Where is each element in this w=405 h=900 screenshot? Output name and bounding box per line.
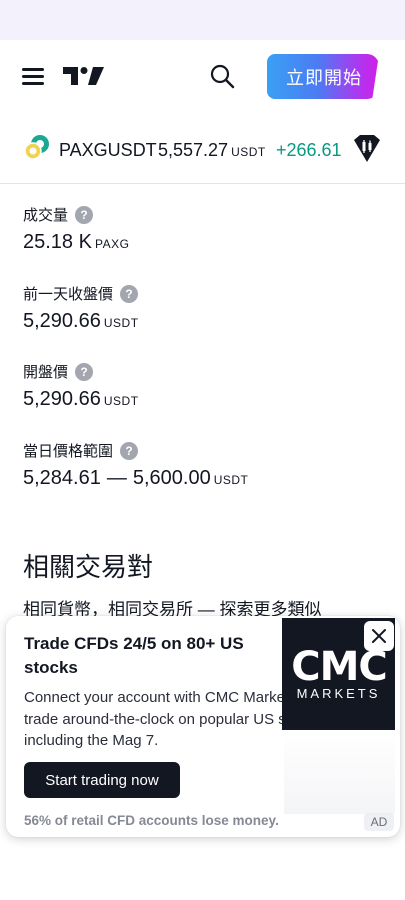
help-icon[interactable]: ? [120,441,139,460]
stat-previous-close: 前一天收盤價? 5,290.66 USDT [23,283,139,333]
close-icon[interactable] [364,621,394,651]
ticker-price-value: 5,557.27 [158,140,229,160]
hamburger-menu-icon[interactable] [22,68,44,86]
status-bar [0,0,405,40]
help-icon[interactable]: ? [120,284,139,303]
tradingview-logo[interactable] [63,64,105,88]
logo-text-bottom: MARKETS [296,686,381,701]
stat-unit: USDT [103,394,139,408]
stat-range-low: 5,284.61 [23,467,101,489]
stat-unit: USDT [103,316,139,330]
stat-day-range: 當日價格範圍? 5,284.61—5,600.00 USDT [23,440,248,490]
candlestick-chart-icon[interactable] [352,134,382,164]
stat-volume: 成交量? 25.18 K PAXG [23,204,129,254]
ad-card[interactable]: Trade CFDs 24/5 on 80+ US stocks Connect… [6,616,400,837]
ticker-change: +266.61 [276,140,342,160]
ad-title: Trade CFDs 24/5 on 80+ US stocks [24,634,244,677]
stat-label: 開盤價 [23,364,69,381]
help-icon[interactable]: ? [75,205,94,224]
range-separator: — [106,467,127,489]
related-pairs-title: 相關交易對 [23,552,154,582]
stat-unit: USDT [213,473,249,487]
stat-label: 當日價格範圍 [23,443,114,460]
get-started-button[interactable]: 立即開始 [267,54,379,99]
close-x-glyph [372,629,386,643]
stat-value: 5,290.66 [23,388,101,410]
stat-label: 前一天收盤價 [23,286,114,303]
help-icon[interactable]: ? [75,362,94,381]
symbol-ticker-bar: PAXGUSDT 5,557.27 USDT +266.61 [0,114,405,184]
stat-unit: PAXG [94,237,130,251]
ad-badge: AD [364,813,394,831]
ad-faded-image [284,728,395,814]
stat-value: 25.18 K [23,231,92,253]
ticker-price-unit: USDT [231,145,266,159]
paxg-coin-icon [24,135,49,160]
stat-label: 成交量 [23,207,69,224]
stat-range-high: 5,600.00 [132,467,211,489]
search-icon[interactable] [208,62,236,90]
ticker-symbol[interactable]: PAXGUSDT [59,140,157,161]
stat-open: 開盤價? 5,290.66 USDT [23,361,139,411]
stat-value: 5,290.66 [23,310,101,332]
ticker-price: 5,557.27 USDT [158,140,266,161]
start-trading-button[interactable]: Start trading now [24,762,180,798]
ad-disclaimer: 56% of retail CFD accounts lose money. [24,813,279,828]
top-header: 立即開始 [0,40,405,114]
